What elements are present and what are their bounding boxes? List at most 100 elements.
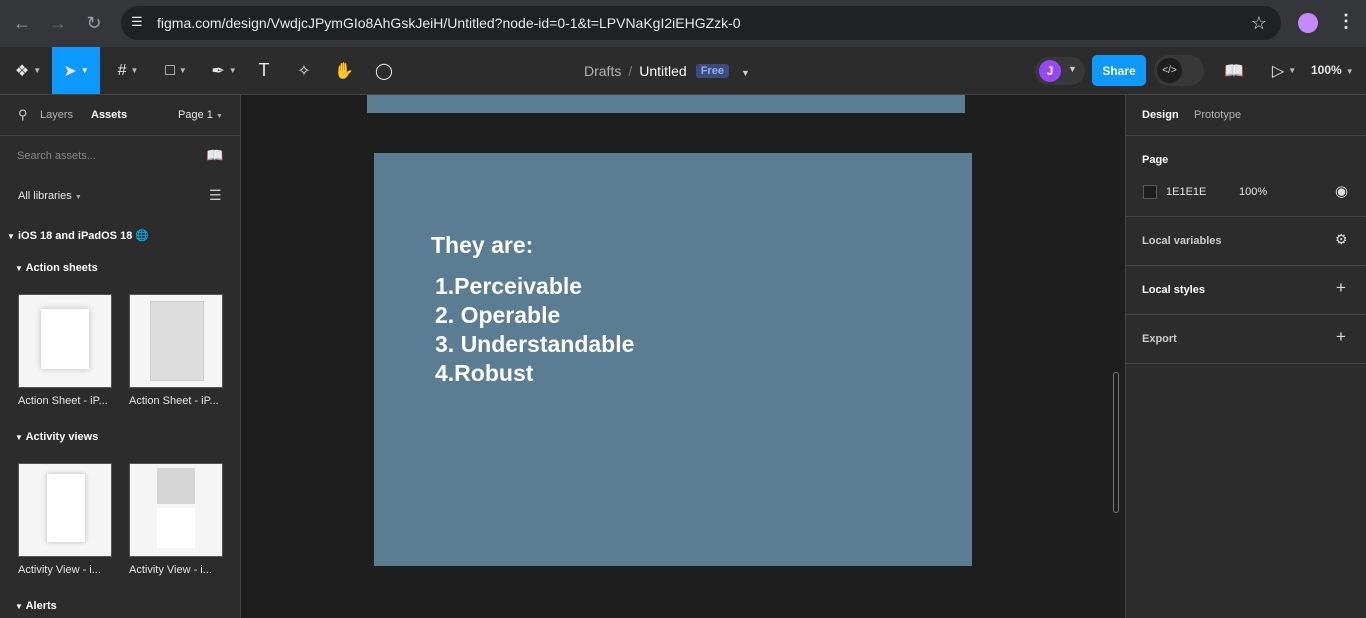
divider (1126, 363, 1366, 364)
divider (0, 135, 241, 136)
forward-arrow-icon[interactable]: → (46, 11, 70, 35)
local-styles-label: Local styles (1142, 284, 1205, 296)
list-item[interactable]: 3. Understandable (435, 331, 634, 358)
asset-label: Activity View - i... (18, 564, 101, 576)
frame-tool-button[interactable]: # ▼ (108, 47, 148, 94)
breadcrumb-separator: / (628, 63, 633, 79)
caret-down-icon: ▼ (15, 264, 23, 273)
activity-view-preview (47, 474, 85, 542)
search-icon[interactable]: ⚲ (18, 107, 28, 123)
dev-mode-toggle[interactable]: </> (1154, 55, 1204, 86)
share-button[interactable]: Share (1092, 55, 1146, 86)
libraries-filter-label: All libraries (18, 190, 72, 202)
tab-prototype[interactable]: Prototype (1194, 109, 1241, 121)
list-view-icon[interactable]: ☰ (209, 187, 222, 204)
activity-view-preview (157, 508, 195, 548)
section-title: Activity views (25, 431, 99, 443)
libraries-filter[interactable]: All libraries ▼ (18, 190, 82, 202)
local-variables-label[interactable]: Local variables (1142, 235, 1222, 247)
chevron-down-icon[interactable]: ▼ (741, 68, 750, 78)
chevron-down-icon: ▼ (130, 66, 139, 75)
canvas-scrollbar[interactable] (1113, 372, 1119, 513)
chevron-down-icon: ▼ (1288, 66, 1297, 75)
page-opacity[interactable]: 100% (1239, 186, 1267, 198)
text-icon: T (258, 60, 270, 80)
asset-thumbnail[interactable] (18, 463, 112, 557)
page-select[interactable]: Page 1 ▼ (178, 109, 223, 121)
shape-tool-button[interactable]: □ ▼ (156, 47, 196, 94)
text-tool-button[interactable]: T (252, 47, 276, 94)
comment-tool-button[interactable]: ◯ (372, 47, 396, 94)
section-header-action-sheets[interactable]: ▼ Action sheets (15, 262, 98, 274)
canvas[interactable]: They are: 1.Perceivable 2. Operable 3. U… (241, 95, 1125, 618)
asset-label: Action Sheet - iP... (129, 395, 219, 407)
hand-tool-button[interactable]: ✋ (332, 47, 356, 94)
add-export-icon[interactable]: + (1336, 327, 1346, 347)
zoom-value: 100% (1311, 63, 1342, 77)
reload-icon[interactable]: ↻ (82, 11, 106, 35)
asset-label: Activity View - i... (129, 564, 212, 576)
section-header-activity-views[interactable]: ▼ Activity views (15, 431, 98, 443)
caret-down-icon: ▼ (15, 602, 23, 611)
slide-heading[interactable]: They are: (431, 232, 533, 259)
file-title[interactable]: Untitled (639, 63, 686, 79)
avatar: J (1039, 60, 1061, 82)
address-bar[interactable]: ☰ figma.com/design/VwdjcJPymGIo8AhGskJei… (121, 6, 1281, 40)
browser-toolbar: ← → ↻ ☰ figma.com/design/VwdjcJPymGIo8Ah… (0, 0, 1366, 47)
tab-design[interactable]: Design (1142, 109, 1179, 121)
open-library-icon[interactable]: 📖 (206, 147, 223, 164)
list-item[interactable]: 2. Operable (435, 302, 560, 329)
frame-partial[interactable] (367, 95, 965, 113)
page-color-hex[interactable]: 1E1E1E (1166, 186, 1206, 198)
tab-layers[interactable]: Layers (40, 109, 73, 121)
browser-menu-icon[interactable]: ⋮ (1337, 11, 1355, 32)
chevron-down-icon: ▼ (178, 66, 187, 75)
library-header[interactable]: ▼ iOS 18 and iPadOS 18 🌐 (7, 229, 149, 242)
section-header-alerts[interactable]: ▼ Alerts (15, 600, 57, 612)
library-name: iOS 18 and iPadOS 18 (17, 230, 133, 242)
book-icon: 📖 (1224, 62, 1244, 80)
breadcrumb: Drafts / Untitled Free ▼ (584, 63, 750, 79)
asset-thumbnail[interactable] (129, 294, 223, 388)
pen-tool-button[interactable]: ✒ ▼ (204, 47, 244, 94)
section-title: Action sheets (25, 262, 98, 274)
frame-icon: # (117, 61, 127, 79)
page-section-title: Page (1142, 154, 1169, 166)
divider (1126, 216, 1366, 217)
figma-logo-icon: ❖ (14, 62, 30, 80)
asset-thumbnail[interactable] (18, 294, 112, 388)
browser-profile-avatar[interactable] (1298, 13, 1318, 33)
plan-badge: Free (695, 64, 729, 78)
tab-assets[interactable]: Assets (91, 109, 127, 121)
main-menu-button[interactable]: ❖ ▼ (8, 47, 48, 94)
move-tool-button[interactable]: ➤ ▼ (52, 47, 100, 94)
chevron-down-icon: ▼ (80, 66, 89, 75)
eye-icon[interactable]: ◉ (1335, 182, 1348, 200)
present-button[interactable]: ▷ ▼ (1266, 47, 1302, 94)
multiplayer-avatar-button[interactable]: J ▼ (1035, 57, 1085, 85)
divider (1126, 314, 1366, 315)
bookmark-star-icon[interactable]: ☆ (1251, 13, 1267, 34)
back-arrow-icon[interactable]: ← (10, 11, 34, 35)
resources-button[interactable]: ✧ (292, 47, 316, 94)
library-button[interactable]: 📖 (1222, 47, 1246, 94)
url-text: figma.com/design/VwdjcJPymGIo8AhGskJeiH/… (157, 15, 741, 31)
add-style-icon[interactable]: + (1336, 278, 1346, 298)
asset-thumbnail[interactable] (129, 463, 223, 557)
hand-icon: ✋ (334, 62, 354, 80)
list-item[interactable]: 4.Robust (435, 360, 533, 387)
breadcrumb-drafts[interactable]: Drafts (584, 63, 621, 79)
sliders-icon[interactable]: ⚙ (1335, 231, 1348, 248)
zoom-level[interactable]: 100% ▼ (1311, 63, 1354, 77)
site-settings-icon[interactable]: ☰ (131, 14, 143, 30)
page-color-swatch[interactable] (1143, 185, 1157, 199)
list-item[interactable]: 1.Perceivable (435, 273, 582, 300)
slide-frame[interactable]: They are: 1.Perceivable 2. Operable 3. U… (374, 153, 972, 566)
rectangle-icon: □ (165, 61, 175, 79)
figma-toolbar: ❖ ▼ ➤ ▼ # ▼ □ ▼ ✒ ▼ T ✧ ✋ ◯ Drafts / Untitled Fr… (0, 47, 1366, 95)
chevron-down-icon: ▼ (215, 113, 223, 120)
search-assets-input[interactable]: Search assets... (17, 150, 96, 162)
chevron-down-icon: ▼ (74, 194, 82, 201)
action-sheet-preview (150, 301, 204, 381)
code-icon: </> (1157, 58, 1182, 83)
